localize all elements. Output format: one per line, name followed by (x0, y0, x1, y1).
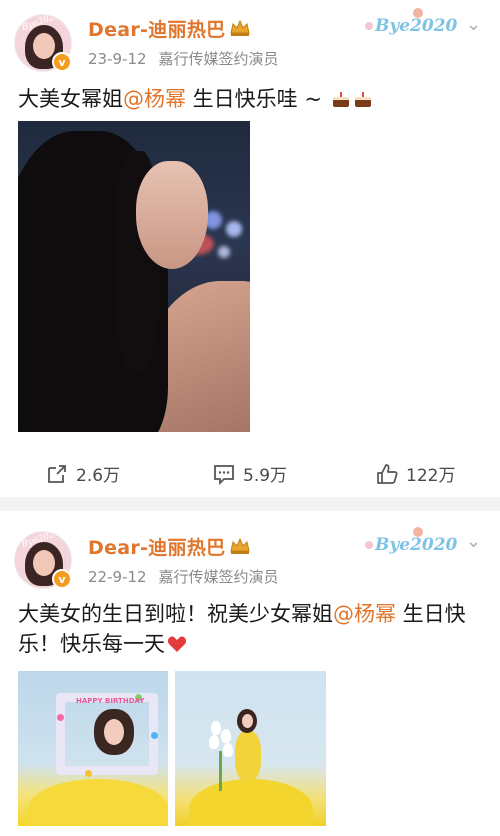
post-source: 嘉行传媒签约演员 (158, 568, 279, 586)
post-actions: 2.6万 5.9万 122万 (0, 461, 500, 491)
chevron-down-icon[interactable]: ⌄ (466, 14, 481, 35)
chevron-down-icon[interactable]: ⌄ (466, 531, 481, 552)
repost-icon (48, 464, 66, 483)
mention-link[interactable]: @杨幂 (333, 602, 396, 626)
crown-vip-icon (228, 536, 252, 556)
post-image[interactable] (18, 121, 250, 432)
username[interactable]: Dear-迪丽热巴 (88, 533, 225, 560)
like-button[interactable]: 122万 (376, 461, 455, 486)
verified-badge-icon: v (52, 569, 72, 589)
comment-icon (214, 464, 234, 485)
like-count: 122万 (406, 466, 456, 486)
post-text: 大美女的生日到啦！祝美少女幂姐@杨幂 生日快乐！快乐每一天 (18, 599, 482, 659)
post-date: 23-9-12 (88, 50, 147, 68)
post-source: 嘉行传媒签约演员 (158, 50, 279, 68)
crown-vip-icon (228, 18, 252, 38)
heart-emoji-icon (167, 636, 187, 652)
mention-link[interactable]: @杨幂 (123, 87, 186, 111)
verified-badge-icon: v (52, 52, 72, 72)
post-separator (0, 497, 500, 511)
post-text-body: 大美女的生日到啦！祝美少女幂姐 (18, 602, 333, 626)
post-text-tail: 生日快乐哇 ~ (186, 87, 322, 111)
comment-button[interactable]: 5.9万 (213, 461, 287, 486)
post-date: 22-9-12 (88, 568, 147, 586)
post-image[interactable]: HAPPY BIRTHDAY (18, 671, 168, 826)
repost-button[interactable]: 2.6万 (46, 461, 120, 486)
post-text-body: 大美女幂姐 (18, 87, 123, 111)
weibo-post-1: Bye2020 v Dear-迪丽热巴 23-9-12 嘉行传媒签约演员 Bye2… (0, 0, 500, 497)
username[interactable]: Dear-迪丽热巴 (88, 15, 225, 42)
post-image[interactable] (175, 671, 326, 826)
comment-count: 5.9万 (243, 466, 288, 486)
card-decoration-badge: Bye2020 (355, 6, 457, 46)
post-text: 大美女幂姐@杨幂 生日快乐哇 ~ (18, 84, 482, 114)
post-meta: 23-9-12 嘉行传媒签约演员 (88, 48, 291, 69)
frame-text: HAPPY BIRTHDAY (76, 697, 145, 705)
post-meta: 22-9-12 嘉行传媒签约演员 (88, 566, 291, 587)
cake-emoji-icon (332, 92, 349, 107)
thumbs-up-icon (377, 463, 398, 484)
repost-count: 2.6万 (76, 466, 121, 486)
card-decoration-badge: Bye2020 (355, 525, 457, 565)
cake-emoji-icon (354, 92, 371, 107)
